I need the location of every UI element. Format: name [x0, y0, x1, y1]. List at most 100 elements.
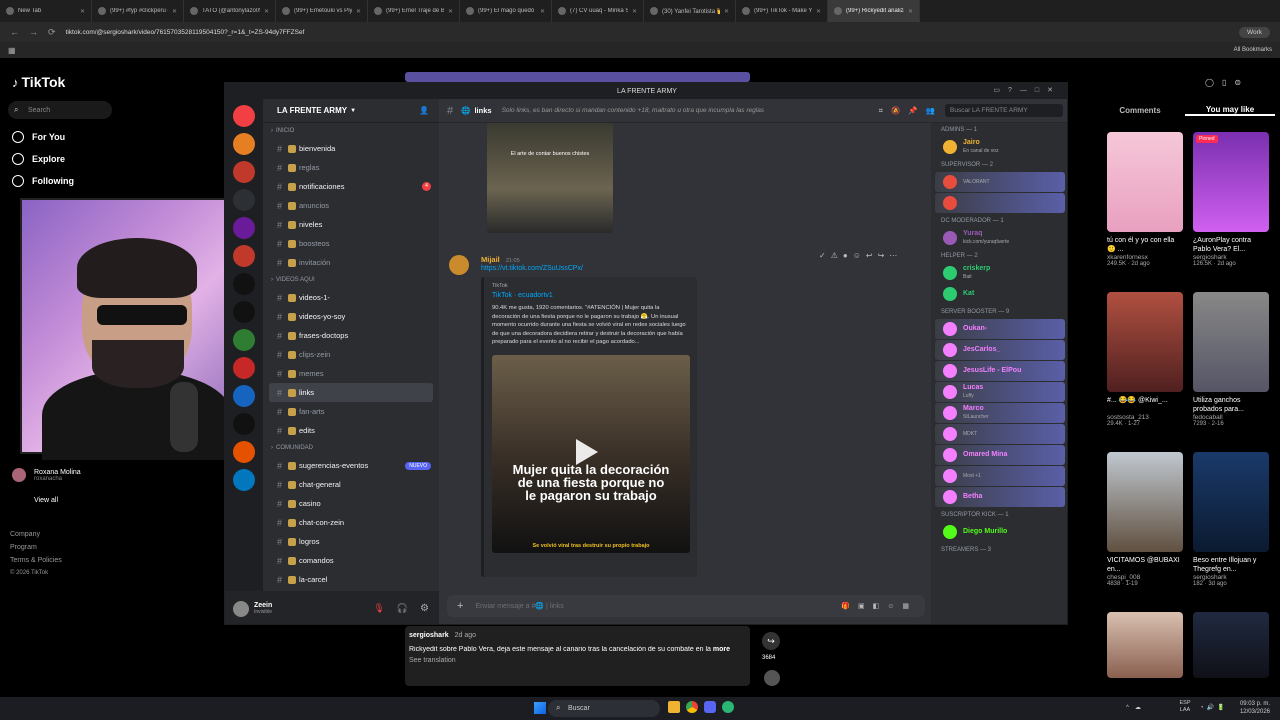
video-caption[interactable]: Beso entre Illojuan y Thegrefg en... — [1193, 556, 1269, 574]
input-tools-icons[interactable]: 🎁▣◧☺▦ — [841, 602, 917, 610]
member-list-icon[interactable]: 👥 — [926, 106, 935, 115]
view-all-link[interactable]: View all — [34, 497, 58, 504]
server-icon[interactable] — [233, 273, 255, 295]
channel-item[interactable]: # memes — [263, 364, 439, 383]
video-card[interactable]: Pinned ¿AuronPlay contra Pablo Vera? El..… — [1193, 132, 1269, 267]
server-icon[interactable] — [233, 357, 255, 379]
nav-following[interactable]: Following — [0, 170, 200, 192]
video-thumbnail[interactable] — [1193, 292, 1269, 392]
tiktok-logo[interactable]: TikTok — [22, 74, 66, 90]
channel-item[interactable]: # niveles — [263, 215, 439, 234]
channel-item[interactable]: # chat-con-zein — [263, 513, 439, 532]
channel-category[interactable]: › COMUNIDAD — [263, 440, 439, 456]
add-member-icon[interactable]: 👤 — [419, 106, 429, 115]
taskbar-apps[interactable] — [668, 701, 750, 715]
video-card[interactable]: VICITAMOS @BUBAXI en... chespi_008 4838 · … — [1107, 452, 1183, 587]
channel-item[interactable]: # fan-arts — [263, 402, 439, 421]
member-item[interactable]: JesCarlos_ — [935, 340, 1065, 360]
channel-item[interactable]: # chat-general — [263, 475, 439, 494]
share-button[interactable]: ↪ — [762, 632, 780, 650]
server-icon[interactable] — [233, 189, 255, 211]
member-item[interactable]: Oukan- — [935, 319, 1065, 339]
add-attachment-icon[interactable]: + — [457, 600, 463, 612]
following-user-name[interactable]: Roxana Molina — [34, 469, 81, 476]
server-icon[interactable] — [233, 385, 255, 407]
video-author[interactable]: sergioshark — [409, 632, 449, 639]
right-top-icons[interactable]: ◯▯⊜ — [1205, 78, 1249, 87]
close-icon[interactable]: ✕ — [816, 8, 821, 15]
user-avatar[interactable] — [233, 600, 249, 617]
avatar[interactable] — [12, 468, 26, 482]
close-icon[interactable]: ✕ — [264, 8, 269, 15]
close-icon[interactable]: ✕ — [724, 8, 729, 15]
video-author[interactable]: sergioshark — [1193, 574, 1269, 581]
video-thumbnail[interactable]: Pinned — [1193, 132, 1269, 232]
message-link[interactable]: https://vt.tiktok.com/ZSuUssCPx/ — [481, 265, 583, 272]
creator-avatar[interactable] — [764, 670, 780, 686]
server-icon[interactable] — [233, 161, 255, 183]
browser-tab[interactable]: New Tab ✕ — [0, 0, 92, 22]
chrome-icon[interactable] — [686, 701, 698, 713]
channel-item[interactable]: # edits — [263, 421, 439, 440]
nav-for-you[interactable]: For You — [0, 126, 200, 148]
video-card[interactable]: Beso entre Illojuan y Thegrefg en... serg… — [1193, 452, 1269, 587]
video-thumbnail[interactable] — [1107, 612, 1183, 678]
embed-video[interactable]: Mujer quita la decoración de una fiesta … — [492, 354, 690, 553]
member-item[interactable]: criskerp Bait — [935, 263, 1065, 283]
file-explorer-icon[interactable] — [668, 701, 680, 713]
channel-item[interactable]: # la-carcel — [263, 570, 439, 589]
member-item[interactable]: Yuraq kick.com/yuraqfuerte — [935, 228, 1065, 248]
reload-icon[interactable]: ⟳ — [48, 27, 56, 38]
channel-item[interactable]: # casino — [263, 494, 439, 513]
more-link[interactable]: more — [713, 646, 730, 653]
previous-image-attachment[interactable]: El arte de contar buenos chistes — [487, 123, 613, 233]
channel-category[interactable]: › VIDEOS AQUI — [263, 272, 439, 288]
footer-program[interactable]: Program — [10, 541, 62, 554]
window-controls[interactable]: ▭?—□✕ — [993, 86, 1061, 94]
channel-item[interactable]: # logros — [263, 532, 439, 551]
clock-date[interactable]: 12/03/2026 — [1230, 708, 1270, 716]
channel-item[interactable]: # reglas — [263, 158, 439, 177]
video-card[interactable]: #... 😂😂 @Kiwi_... sostsosta_213 29.4K · 1-… — [1107, 292, 1183, 427]
channel-item[interactable]: # frases-doctops — [263, 326, 439, 345]
member-item[interactable]: Marco StLauncher — [935, 403, 1065, 423]
pin-icon[interactable]: 📌 — [908, 106, 917, 115]
video-thumbnail[interactable] — [1193, 452, 1269, 552]
apps-icon[interactable]: ▦ — [8, 46, 16, 55]
member-item[interactable]: Omared Mina — [935, 445, 1065, 465]
channel-item[interactable]: # clips-zein — [263, 345, 439, 364]
video-author[interactable]: xkarenfornesx — [1107, 254, 1183, 261]
channel-item[interactable]: # boosteos — [263, 234, 439, 253]
video-card[interactable]: tú con él y yo con ella 🙂 ... xkarenforne… — [1107, 132, 1183, 267]
server-icon[interactable] — [233, 413, 255, 435]
video-author[interactable]: fedocaball — [1193, 414, 1269, 421]
forward-icon[interactable]: → — [29, 27, 38, 37]
server-icon[interactable] — [233, 133, 255, 155]
server-icon[interactable] — [233, 245, 255, 267]
member-item[interactable]: MDKT — [935, 424, 1065, 444]
see-translation[interactable]: See translation — [409, 657, 746, 664]
threads-icon[interactable]: ⌗ — [879, 106, 883, 116]
browser-tab[interactable]: (99+) El mago quedó encanta ✕ — [460, 0, 552, 22]
discord-icon[interactable] — [704, 701, 716, 713]
tab-you-may-like[interactable]: You may like — [1185, 105, 1275, 116]
header-topic[interactable]: Solo links, es ban directo si mandan con… — [502, 107, 765, 114]
deafen-icon[interactable]: 🎧 — [397, 603, 408, 614]
close-icon[interactable]: ✕ — [80, 8, 85, 15]
close-icon[interactable]: ✕ — [172, 8, 177, 15]
embed-title[interactable]: TikTok · ecuadortv1 — [492, 292, 689, 299]
member-item[interactable]: Lucas Luffy — [935, 382, 1065, 402]
video-author[interactable]: sergioshark — [1193, 254, 1269, 261]
browser-tab[interactable]: (99+) #fyp #clickperu #carlitos ✕ — [92, 0, 184, 22]
footer-company[interactable]: Company — [10, 528, 62, 541]
message-author[interactable]: Mijail — [481, 255, 500, 264]
taskbar-search[interactable]: ⌕ Buscar — [548, 700, 660, 717]
server-icon[interactable] — [233, 301, 255, 323]
channel-item[interactable]: # notificaciones 4 — [263, 177, 439, 196]
close-icon[interactable]: ✕ — [908, 8, 913, 15]
channel-item[interactable]: # anuncios — [263, 196, 439, 215]
mute-icon[interactable]: 🎙 — [373, 603, 384, 614]
server-icon[interactable] — [233, 469, 255, 491]
clock-time[interactable]: 09:03 p. m. — [1230, 700, 1270, 708]
browser-tab[interactable]: (99+) TikTok - Make Your Day ✕ — [736, 0, 828, 22]
